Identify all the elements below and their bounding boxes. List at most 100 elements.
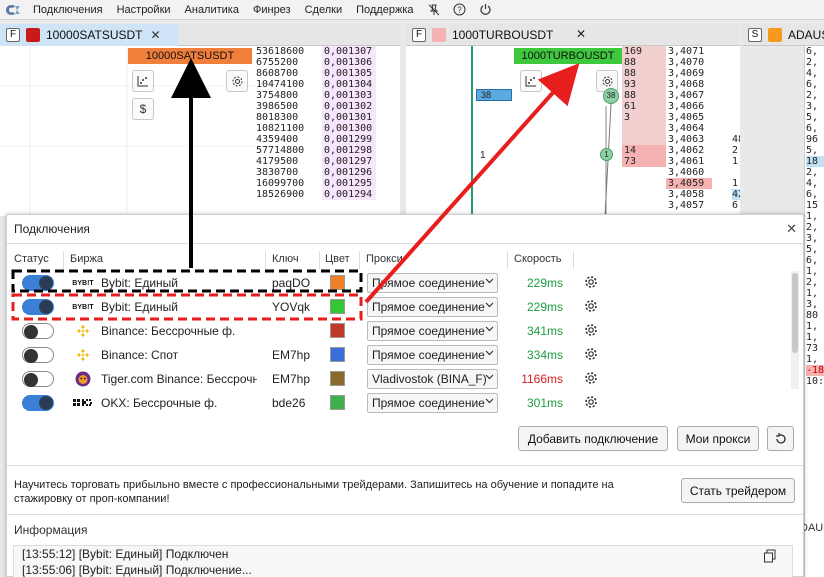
help-icon[interactable]: ? <box>447 0 473 20</box>
close-icon[interactable]: ✕ <box>151 28 161 42</box>
price-cell[interactable]: 0,001302 <box>322 101 376 112</box>
color-swatch[interactable] <box>330 371 345 386</box>
divider <box>507 251 508 269</box>
price-cell[interactable]: 3,4071 <box>666 46 712 57</box>
my-proxies-button[interactable]: Мои прокси <box>677 426 759 451</box>
gear-icon[interactable] <box>226 70 248 92</box>
tab-10000satsusdt[interactable]: F 10000SATSUSDT ✕ <box>0 23 178 46</box>
menu-support[interactable]: Поддержка <box>349 0 420 20</box>
menu-settings[interactable]: Настройки <box>110 0 178 20</box>
status-toggle[interactable] <box>22 323 54 339</box>
price-cell[interactable]: 0,001303 <box>322 90 376 101</box>
side-value-cell <box>732 167 740 178</box>
volume-cell: 53618600 <box>256 46 305 57</box>
refresh-icon[interactable] <box>767 426 794 451</box>
menu-finrez[interactable]: Финрез <box>246 0 298 20</box>
price-cell[interactable]: 0,001298 <box>322 145 376 156</box>
status-toggle[interactable] <box>22 275 54 291</box>
price-cell[interactable]: 0,001304 <box>322 79 376 90</box>
color-swatch[interactable] <box>330 395 345 410</box>
status-toggle[interactable] <box>22 347 54 363</box>
chart-middle[interactable]: 1000TURBOUSDT 38 1 38 1 169 88 88 93 88 61 3 14… <box>406 46 740 216</box>
volume-cell: 3754800 <box>256 90 299 101</box>
price-cell: 96 <box>806 134 819 145</box>
become-trader-button[interactable]: Стать трейдером <box>681 478 795 503</box>
gear-icon[interactable] <box>584 275 598 289</box>
status-toggle[interactable] <box>22 371 54 387</box>
color-swatch[interactable] <box>330 299 345 314</box>
divider <box>63 251 64 269</box>
proxy-select[interactable]: Прямое соединение <box>367 393 498 413</box>
price-cell[interactable]: 3,4062 <box>666 145 712 156</box>
api-key: paqDO <box>272 276 311 290</box>
connection-row[interactable]: BYB!T Bybit: Единый YOVqk Прямое соединение… <box>7 295 797 319</box>
price-cell[interactable]: 0,001306 <box>322 57 376 68</box>
chart-right-strip[interactable]: 6, 2, 4, 6, 2, 3, 5, 6, 96 5, 18 2, 4, 6, 15 1, 2, 3, 5, 6,… <box>804 46 824 577</box>
chart-left[interactable]: 10000SATSUSDT $ 53618600 6755200 8608700 10… <box>0 46 400 216</box>
chart-settings-icon[interactable] <box>520 70 542 92</box>
price-cell[interactable]: 0,001299 <box>322 134 376 145</box>
gear-icon[interactable] <box>584 395 598 409</box>
dollar-icon[interactable]: $ <box>132 98 154 120</box>
price-cell[interactable]: 3,4063 <box>666 134 712 145</box>
price-cell[interactable]: 0,001295 <box>322 178 376 189</box>
price-cell[interactable]: 0,001301 <box>322 112 376 123</box>
proxy-select[interactable]: Прямое соединение <box>367 321 498 341</box>
power-icon[interactable] <box>473 0 499 20</box>
gear-icon[interactable] <box>584 371 598 385</box>
tab-1000turbousdt[interactable]: F 1000TURBOUSDT <box>406 24 586 46</box>
price-cell[interactable]: 3,4064 <box>666 123 712 134</box>
price-cell[interactable]: 3,4069 <box>666 68 712 79</box>
add-connection-button[interactable]: Добавить подключение <box>518 426 668 451</box>
menu-deals[interactable]: Сделки <box>298 0 350 20</box>
price-cell[interactable]: 0,001305 <box>322 68 376 79</box>
proxy-value: Прямое соединение <box>372 276 485 290</box>
pin-icon[interactable] <box>421 0 447 20</box>
price-cell[interactable]: 3,4067 <box>666 90 712 101</box>
bybit-icon: BYB!T <box>72 279 94 287</box>
close-icon[interactable]: ✕ <box>786 221 797 237</box>
price-cell[interactable]: 0,001300 <box>322 123 376 134</box>
close-icon[interactable]: ✕ <box>576 27 586 41</box>
price-cell[interactable]: 0,001297 <box>322 156 376 167</box>
status-toggle[interactable] <box>22 395 54 411</box>
price-cell[interactable]: 3,4061 <box>666 156 712 167</box>
price-cell[interactable]: 3,4065 <box>666 112 712 123</box>
price-cell[interactable]: 0,001294 <box>322 189 376 200</box>
proxy-select[interactable]: Прямое соединение <box>367 345 498 365</box>
connection-row[interactable]: Binance: Бессрочные ф. Прямое соединение 3… <box>7 319 797 343</box>
scrollbar-thumb[interactable] <box>792 273 798 353</box>
proxy-select[interactable]: Vladivostok (BINA_F) <box>367 369 498 389</box>
proxy-select[interactable]: Прямое соединение <box>367 297 498 317</box>
status-toggle[interactable] <box>22 299 54 315</box>
price-cell[interactable]: 0,001307 <box>322 46 376 57</box>
gear-icon[interactable] <box>584 347 598 361</box>
exchange-name: Tiger.com Binance: Бессрочные <box>101 372 257 386</box>
price-cell: 1, <box>806 321 819 332</box>
proxy-select[interactable]: Прямое соединение <box>367 273 498 293</box>
gear-icon[interactable] <box>584 323 598 337</box>
price-cell[interactable]: 3,4057 <box>666 200 712 211</box>
tab-type-badge: F <box>412 27 426 42</box>
color-swatch[interactable] <box>330 275 345 290</box>
price-cell[interactable]: 3,4060 <box>666 167 712 178</box>
gear-icon[interactable] <box>584 299 598 313</box>
connection-row[interactable]: BYB!T Bybit: Единый paqDO Прямое соединение… <box>7 271 797 295</box>
table-scrollbar[interactable] <box>791 271 799 389</box>
tab-adaus[interactable]: S ADAUS <box>742 24 824 46</box>
menu-connections[interactable]: Подключения <box>26 0 110 20</box>
price-cell[interactable]: 3,4066 <box>666 101 712 112</box>
connection-row[interactable]: Binance: Спот EM7hp Прямое соединение 334ms <box>7 343 797 367</box>
connection-row[interactable]: Tiger.com Binance: Бессрочные EM7hp Vladiv… <box>7 367 797 391</box>
connection-row[interactable]: OKX: Бессрочные ф. bde26 Прямое соединение… <box>7 391 797 415</box>
copy-icon[interactable] <box>763 549 777 566</box>
color-swatch[interactable] <box>330 323 345 338</box>
chart-settings-icon[interactable] <box>132 70 154 92</box>
price-cell[interactable]: 3,4059 <box>666 178 712 189</box>
price-cell[interactable]: 0,001296 <box>322 167 376 178</box>
color-swatch[interactable] <box>330 347 345 362</box>
price-cell[interactable]: 3,4070 <box>666 57 712 68</box>
menu-analytics[interactable]: Аналитика <box>178 0 246 20</box>
price-cell[interactable]: 3,4058 <box>666 189 712 200</box>
price-cell[interactable]: 3,4068 <box>666 79 712 90</box>
